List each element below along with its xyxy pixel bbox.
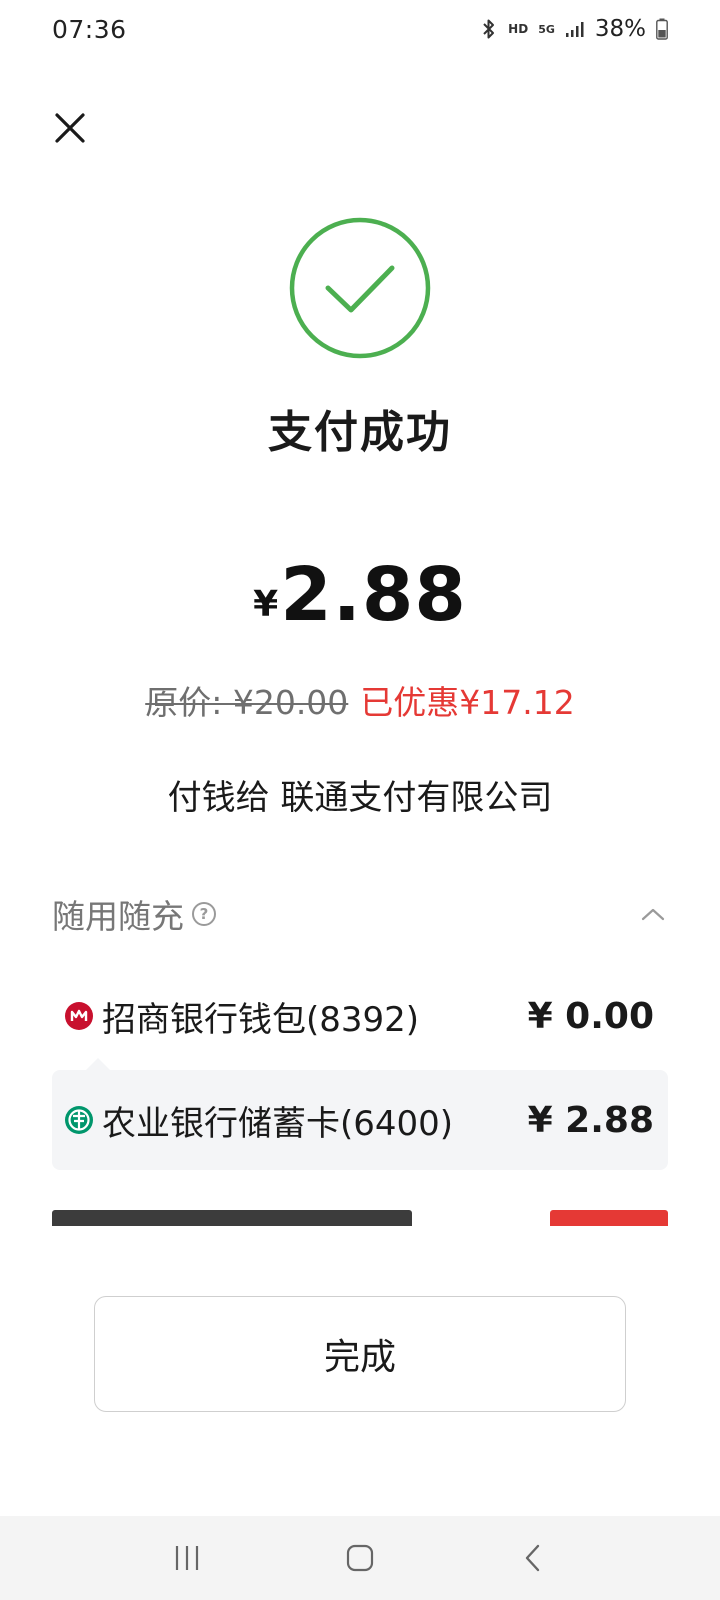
payment-method-name: 招商银行钱包(8392) (102, 999, 420, 1040)
battery-icon (656, 18, 668, 40)
home-icon (346, 1544, 374, 1572)
section-title-text: 随用随充 (52, 897, 184, 936)
home-button[interactable] (330, 1528, 390, 1588)
original-price: 原价: ¥20.00 (145, 683, 349, 722)
help-circle-icon[interactable]: ? (192, 902, 216, 926)
page-title: 支付成功 (268, 407, 452, 458)
price-line: 原价: ¥20.00 已优惠¥17.12 (0, 676, 720, 724)
done-button[interactable]: 完成 (94, 1296, 626, 1412)
payment-method-name: 农业银行储蓄卡(6400) (102, 1103, 454, 1144)
bluetooth-icon (480, 18, 498, 40)
payment-section-header: 随用随充 ? (52, 890, 668, 938)
back-button[interactable] (503, 1528, 563, 1588)
clipped-row (52, 1206, 668, 1226)
amount-value: 2.88 (280, 552, 467, 638)
payment-method-row: 农业银行储蓄卡(6400) ¥ 2.88 (52, 1070, 668, 1170)
paid-amount: ¥2.88 (0, 552, 720, 638)
status-icons: HD 5G 38% (480, 16, 668, 42)
status-bar: 07:36 HD 5G 38% (0, 0, 720, 58)
payment-success-screen: 07:36 HD 5G 38% 支付成功 ¥2.88 原价: ¥20.00 已优… (0, 0, 720, 1600)
payee-text: 付钱给 联通支付有限公司 (167, 778, 553, 818)
payment-method-amount: ¥ 2.88 (527, 1099, 654, 1141)
payment-method-amount: ¥ 0.00 (527, 995, 654, 1037)
close-icon (55, 113, 85, 143)
collapse-button[interactable] (638, 899, 668, 929)
currency-symbol: ¥ (253, 584, 279, 625)
signal-icon (565, 20, 585, 38)
back-icon (526, 1544, 540, 1572)
payment-method-row: 招商银行钱包(8392) ¥ 0.00 (52, 966, 668, 1066)
5g-icon: 5G (538, 22, 555, 36)
discount-amount: 已优惠¥17.12 (360, 683, 575, 722)
cmb-bank-icon (65, 1002, 93, 1030)
recent-apps-button[interactable] (157, 1528, 217, 1588)
system-nav-bar (0, 1516, 720, 1600)
abc-bank-icon (65, 1106, 93, 1134)
close-button[interactable] (48, 106, 92, 150)
row-pointer (86, 1058, 110, 1070)
chevron-up-icon (641, 908, 665, 921)
battery-level: 38% (594, 16, 646, 42)
section-title: 随用随充 ? (52, 890, 216, 938)
hd-icon: HD (508, 22, 529, 36)
recent-apps-icon (175, 1546, 198, 1570)
success-check-icon (289, 217, 431, 359)
status-time: 07:36 (52, 14, 127, 44)
